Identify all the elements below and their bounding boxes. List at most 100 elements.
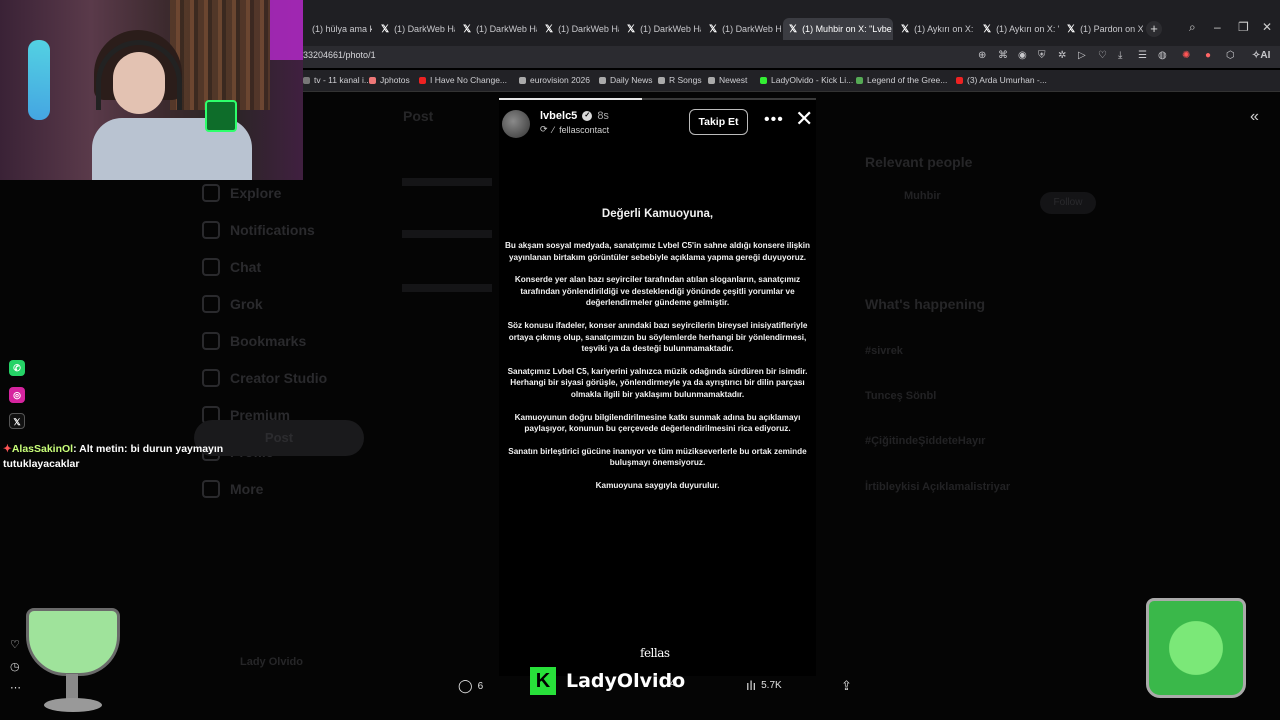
verified-badge-icon: ✓ bbox=[582, 111, 593, 121]
nav-item[interactable]: More bbox=[202, 480, 263, 498]
link-icon: ⁄ bbox=[552, 124, 555, 135]
nav-item[interactable]: Chat bbox=[202, 258, 261, 276]
statement-paragraph: Kamuoyunun doğru bilgilendirilmesine kat… bbox=[514, 412, 801, 434]
profile-icon[interactable]: ◍ bbox=[1158, 50, 1167, 61]
vpn-icon[interactable]: ✺ bbox=[1182, 50, 1190, 61]
chat-username: AlasSakinOl bbox=[11, 443, 74, 455]
browser-tab[interactable]: 𝕏 (1) Aykırı on X: "G bbox=[977, 18, 1059, 40]
x-favicon-icon: 𝕏 bbox=[901, 23, 910, 35]
nav-item[interactable]: Creator Studio bbox=[202, 369, 327, 387]
repost-icon: ⟳ bbox=[540, 124, 548, 134]
bookmark-favicon-icon bbox=[760, 76, 767, 84]
bookmark-label: Legend of the Gree... bbox=[867, 75, 948, 85]
bookmark-item[interactable]: LadyOlvido - Kick Li... bbox=[760, 75, 853, 85]
browser-tab[interactable]: 𝕏 (1) DarkWeb Hab bbox=[621, 18, 701, 40]
bookmark-favicon-icon bbox=[369, 76, 376, 84]
bookmark-label: LadyOlvido - Kick Li... bbox=[771, 75, 854, 85]
bookmark-label: R Songs bbox=[669, 75, 702, 85]
maximize-icon[interactable]: ❐ bbox=[1238, 20, 1249, 34]
reply-action[interactable]: ◯ 6 bbox=[458, 678, 483, 694]
share-icon: ⇪ bbox=[841, 678, 852, 693]
extension-icon[interactable]: ✲ bbox=[1058, 50, 1066, 61]
avatar[interactable] bbox=[502, 110, 530, 138]
bookmark-item[interactable]: I Have No Change... bbox=[419, 75, 507, 85]
story-subline: ⟳ ⁄ fellascontact bbox=[540, 124, 609, 135]
shield-icon[interactable]: ⛨ bbox=[1038, 50, 1046, 61]
browser-tab[interactable]: 𝕏 (1) DarkWeb Hab bbox=[703, 18, 781, 40]
browser-tab-label: (1) DarkWeb Hab bbox=[722, 24, 781, 34]
nav-item[interactable]: Notifications bbox=[202, 221, 315, 239]
browser-tab[interactable]: 𝕏(1) hülya ama kar bbox=[306, 18, 372, 40]
nav-item-icon bbox=[202, 369, 220, 387]
nav-item-label: Chat bbox=[230, 259, 262, 275]
goblet-base bbox=[44, 698, 102, 712]
nav-item[interactable]: Grok bbox=[202, 295, 263, 313]
x-favicon-icon: 𝕏 bbox=[545, 23, 554, 35]
relevant-people-title: Relevant people bbox=[865, 154, 973, 170]
ai-button[interactable]: ✧AI bbox=[1252, 50, 1270, 61]
bookmark-item[interactable]: eurovision 2026 bbox=[519, 75, 590, 85]
statement-paragraphs: Bu akşam sosyal medyada, sanatçımız Lvbe… bbox=[505, 240, 810, 492]
minimize-icon[interactable]: – bbox=[1214, 20, 1221, 34]
x-favicon-icon: 𝕏 bbox=[709, 23, 718, 35]
camera-icon[interactable]: ◉ bbox=[1018, 50, 1027, 61]
close-icon[interactable]: ✕ bbox=[795, 108, 813, 130]
more-options-icon[interactable]: ••• bbox=[764, 111, 784, 129]
close-window-icon[interactable]: ✕ bbox=[1262, 20, 1272, 34]
relevant-follow-button[interactable]: Follow bbox=[1040, 192, 1096, 214]
new-tab-button[interactable]: + bbox=[1146, 21, 1162, 37]
watermark-text: LadyOlvido bbox=[566, 670, 686, 692]
cube-icon[interactable]: ⬡ bbox=[1226, 50, 1235, 61]
search-tabs-icon[interactable]: ⌕ bbox=[1189, 20, 1196, 35]
list-icon[interactable]: ☰ bbox=[1138, 50, 1147, 61]
bookmark-label: I Have No Change... bbox=[430, 75, 508, 85]
heart-icon[interactable]: ♡ bbox=[1098, 50, 1107, 61]
bookmark-item[interactable]: Daily News bbox=[599, 75, 653, 85]
bookmark-item[interactable]: R Songs bbox=[658, 75, 702, 85]
url-text[interactable]: 33204661/photo/1 bbox=[303, 50, 376, 60]
collapse-panel-icon[interactable]: « bbox=[1250, 108, 1259, 126]
x-favicon-icon: 𝕏 bbox=[463, 23, 472, 35]
whatsapp-icon: ✆ bbox=[9, 360, 25, 376]
browser-tab-label: (1) Muhbir on X: "Lvbe bbox=[802, 24, 892, 34]
browser-tab[interactable]: 𝕏 (1) DarkWeb Hab bbox=[375, 18, 455, 40]
download-icon[interactable]: ⤓ bbox=[1118, 50, 1122, 61]
bookmark-item[interactable]: tv - 11 kanal i... bbox=[303, 75, 371, 85]
chat-message: ✦AlasSakinOl: Alt metin: bi durun yaymay… bbox=[3, 442, 243, 472]
trend-item[interactable]: İrtibleykisi Açıklamalistriyar bbox=[865, 481, 1010, 493]
trend-item[interactable]: #ÇiğitindeŞiddeteHayır bbox=[865, 435, 985, 447]
bookmark-label: tv - 11 kanal i... bbox=[314, 75, 372, 85]
statement-paragraph: Kamuoyuna saygıyla duyurulur. bbox=[595, 480, 720, 490]
play-icon[interactable]: ▷ bbox=[1078, 50, 1086, 61]
bookmark-favicon-icon bbox=[419, 76, 426, 84]
feed-line bbox=[402, 178, 492, 186]
bookmark-label: Daily News bbox=[610, 75, 653, 85]
views-action[interactable]: ılı 5.7K bbox=[746, 678, 782, 693]
translate-icon[interactable]: ⌘ bbox=[998, 50, 1008, 61]
bookmark-item[interactable]: (3) Arda Umurhan -... bbox=[956, 75, 1047, 85]
browser-tab-label: (1) DarkWeb Hab bbox=[640, 24, 701, 34]
green-light-box bbox=[205, 100, 237, 132]
share-action[interactable]: ⇪ bbox=[841, 678, 852, 694]
trend-item[interactable]: Tunceş Sönbl bbox=[865, 390, 936, 402]
story-username[interactable]: lvbelc5 bbox=[540, 110, 577, 122]
bookmark-favicon-icon bbox=[599, 76, 606, 84]
record-icon[interactable]: ● bbox=[1205, 50, 1211, 61]
browser-tab[interactable]: 𝕏 (1) Muhbir on X: "Lvbe bbox=[783, 18, 893, 40]
nav-item[interactable]: Bookmarks bbox=[202, 332, 306, 350]
post-header: Post bbox=[403, 108, 434, 124]
browser-tab[interactable]: 𝕏 (1) DarkWeb Hab bbox=[539, 18, 619, 40]
story-username-row[interactable]: lvbelc5 ✓ 8s bbox=[540, 110, 609, 122]
story-subline-text[interactable]: fellascontact bbox=[559, 125, 609, 135]
trend-item[interactable]: #sivrek bbox=[865, 345, 903, 357]
bookmark-item[interactable]: Jphotos bbox=[369, 75, 410, 85]
browser-tab[interactable]: 𝕏 (1) Aykırı on X: "G bbox=[895, 18, 975, 40]
bookmark-item[interactable]: Legend of the Gree... bbox=[856, 75, 947, 85]
follow-button[interactable]: Takip Et bbox=[689, 109, 748, 135]
browser-tab[interactable]: 𝕏 (1) Pardon on X: " bbox=[1061, 18, 1143, 40]
browser-tab[interactable]: 𝕏 (1) DarkWeb Hab bbox=[457, 18, 537, 40]
nav-item[interactable]: Explore bbox=[202, 184, 281, 202]
feed-line bbox=[402, 284, 492, 292]
zoom-icon[interactable]: ⊕ bbox=[978, 50, 986, 61]
bookmark-item[interactable]: Newest bbox=[708, 75, 747, 85]
